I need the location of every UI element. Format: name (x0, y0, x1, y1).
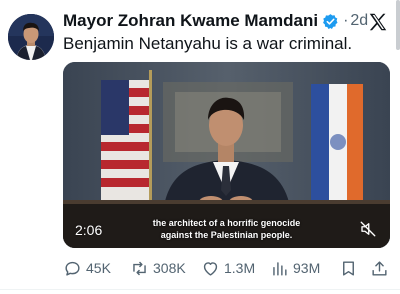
tweet-header: Mayor Zohran Kwame Mamdani · 2d (63, 10, 368, 32)
caption-line-1: the architect of a horrific genocide (152, 218, 301, 228)
views-count: 93M (293, 260, 321, 276)
share-icon (372, 260, 387, 276)
author-avatar[interactable] (8, 14, 54, 60)
repost-count: 308K (153, 260, 186, 276)
author-name[interactable]: Mayor Zohran Kwame Mamdani (63, 11, 318, 31)
separator-dot: · (343, 12, 349, 29)
video-caption: the architect of a horrific genocide aga… (63, 217, 390, 241)
reply-icon (65, 261, 80, 276)
video-timestamp: 2:06 (75, 222, 103, 238)
tweet-divider (0, 289, 400, 290)
bookmark-icon (343, 260, 354, 276)
mute-icon[interactable] (359, 220, 377, 238)
x-logo-icon (367, 11, 389, 33)
share-button[interactable] (370, 257, 389, 279)
reply-count: 45K (86, 260, 111, 276)
like-count: 1.3M (224, 260, 256, 276)
repost-button[interactable]: 308K (130, 257, 186, 279)
repost-icon (133, 261, 146, 275)
verified-badge-icon (322, 13, 339, 30)
views-button[interactable]: 93M (270, 257, 320, 279)
tweet-timestamp[interactable]: 2d (350, 12, 368, 30)
action-bar: 45K 308K 1.3M 93M (63, 257, 390, 279)
scrollbar[interactable] (396, 0, 400, 50)
video-player[interactable]: the architect of a horrific genocide aga… (63, 62, 390, 248)
bookmark-button[interactable] (339, 257, 358, 279)
tweet-text: Benjamin Netanyahu is a war criminal. (63, 34, 353, 53)
caption-line-2: against the Palestinian people. (160, 230, 293, 240)
reply-button[interactable]: 45K (63, 257, 111, 279)
views-icon (273, 261, 287, 276)
like-icon (203, 261, 218, 276)
like-button[interactable]: 1.3M (201, 257, 255, 279)
